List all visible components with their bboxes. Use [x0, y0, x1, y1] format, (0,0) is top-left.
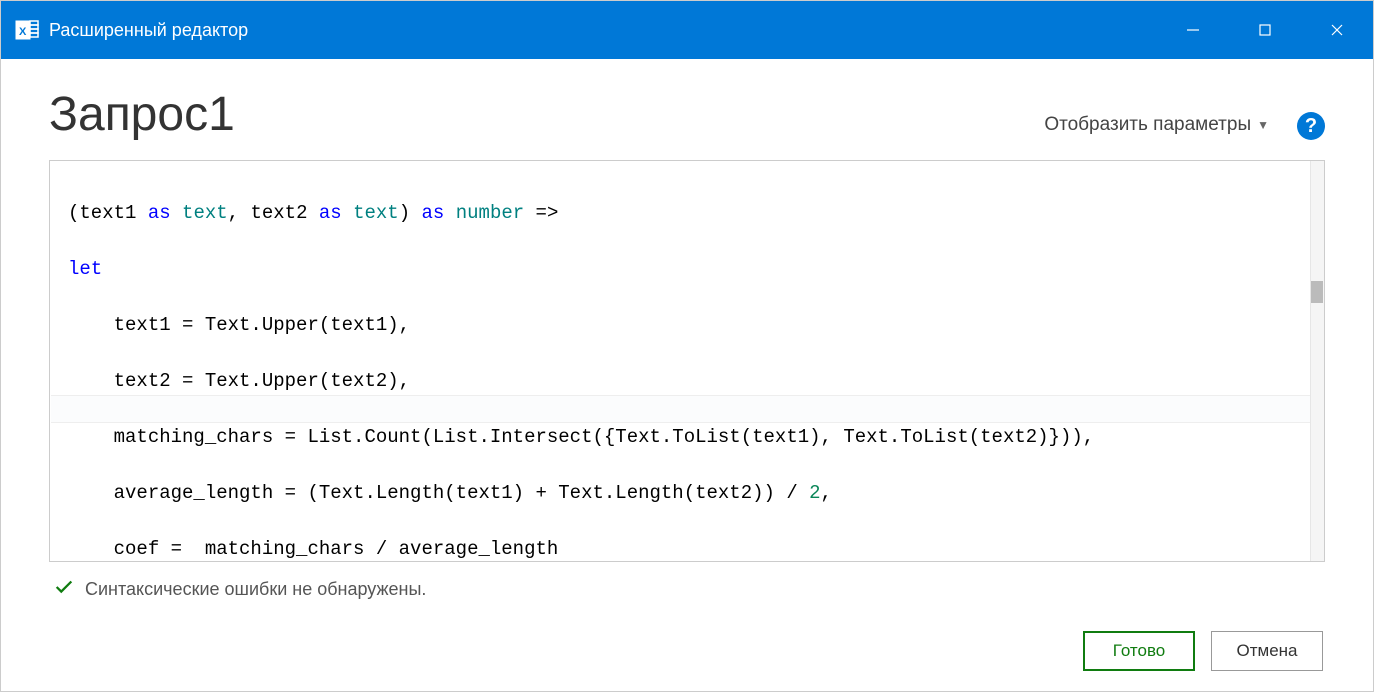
- scrollbar-thumb[interactable]: [1311, 281, 1323, 303]
- header-actions: Отобразить параметры ▼ ?: [1044, 112, 1325, 142]
- ok-button[interactable]: Готово: [1083, 631, 1195, 671]
- button-row: Готово Отмена: [49, 631, 1325, 671]
- status-row: Синтаксические ошибки не обнаружены.: [49, 572, 1325, 603]
- window-title: Расширенный редактор: [49, 20, 1157, 41]
- status-message: Синтаксические ошибки не обнаружены.: [85, 579, 426, 600]
- svg-text:X: X: [19, 26, 27, 38]
- code-editor[interactable]: (text1 as text, text2 as text) as number…: [49, 160, 1325, 562]
- titlebar: X Расширенный редактор: [1, 1, 1373, 59]
- checkmark-icon: [53, 576, 75, 603]
- display-params-dropdown[interactable]: Отобразить параметры ▼: [1044, 114, 1269, 140]
- window-controls: [1157, 1, 1373, 59]
- caret-down-icon: ▼: [1257, 118, 1269, 132]
- excel-icon: X: [13, 16, 41, 44]
- close-button[interactable]: [1301, 1, 1373, 59]
- header-row: Запрос1 Отобразить параметры ▼ ?: [49, 87, 1325, 142]
- help-icon[interactable]: ?: [1297, 112, 1325, 140]
- maximize-button[interactable]: [1229, 1, 1301, 59]
- vertical-scrollbar[interactable]: [1310, 161, 1324, 561]
- display-params-label: Отобразить параметры: [1044, 114, 1251, 136]
- code-text[interactable]: (text1 as text, text2 as text) as number…: [50, 161, 1324, 562]
- current-line-highlight: [51, 395, 1310, 423]
- content-area: Запрос1 Отобразить параметры ▼ ? (text1 …: [1, 59, 1373, 691]
- minimize-button[interactable]: [1157, 1, 1229, 59]
- cancel-button[interactable]: Отмена: [1211, 631, 1323, 671]
- query-title: Запрос1: [49, 87, 235, 142]
